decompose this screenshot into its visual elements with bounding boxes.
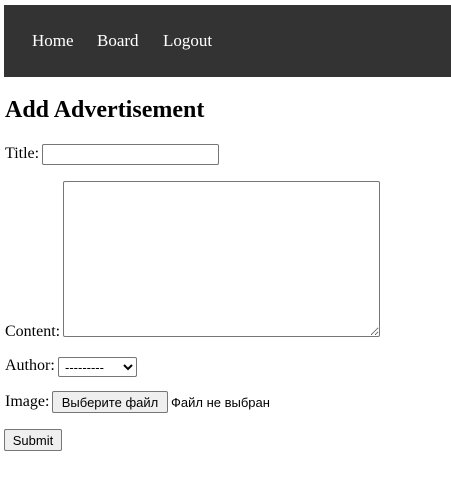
navbar: Home Board Logout	[4, 5, 451, 77]
image-label: Image:	[5, 393, 50, 410]
file-status-text: Файл не выбран	[171, 395, 270, 410]
author-label: Author:	[5, 357, 55, 374]
nav-link-board[interactable]: Board	[97, 31, 139, 51]
title-input[interactable]	[42, 144, 219, 165]
author-select[interactable]: ---------	[58, 357, 137, 377]
page-title: Add Advertisement	[5, 97, 205, 123]
choose-file-button[interactable]: Выберите файл	[52, 391, 168, 413]
content-label: Content:	[5, 323, 61, 340]
nav-link-home[interactable]: Home	[32, 31, 74, 51]
title-label: Title:	[5, 145, 40, 162]
content-textarea[interactable]	[63, 181, 380, 337]
nav-link-logout[interactable]: Logout	[163, 31, 212, 51]
submit-button[interactable]: Submit	[4, 429, 62, 451]
